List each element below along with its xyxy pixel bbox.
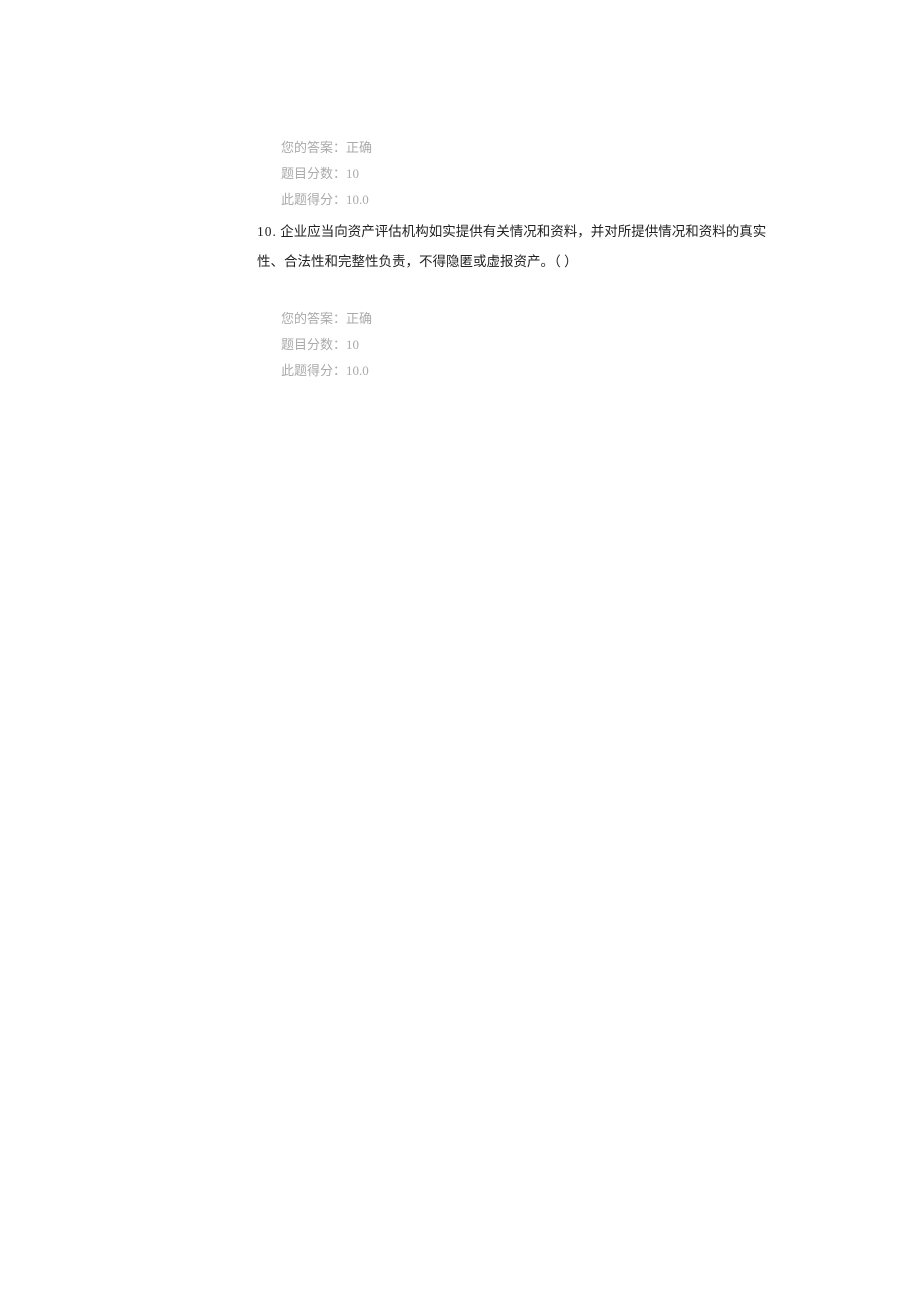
your-answer-label: 您的答案： — [281, 140, 346, 155]
earned-score-value: 10.0 — [346, 192, 369, 207]
question-text-1: 企业应当向资产评估机构如实提供有关情况和资料，并对所提供情况和资料的真实 — [280, 224, 766, 239]
your-answer-value: 正确 — [346, 311, 372, 326]
earned-score-label: 此题得分： — [281, 192, 346, 207]
answer-block-2: 您的答案：正确 题目分数：10 此题得分：10.0 — [281, 306, 780, 384]
your-answer-line: 您的答案：正确 — [281, 306, 780, 332]
document-content: 您的答案：正确 题目分数：10 此题得分：10.0 10. 企业应当向资产评估机… — [0, 0, 920, 384]
your-answer-value: 正确 — [346, 140, 372, 155]
question-score-value: 10 — [346, 337, 359, 352]
your-answer-label: 您的答案： — [281, 311, 346, 326]
question-text-2: 性、合法性和完整性负责，不得隐匿或虚报资产。（ ） — [257, 254, 578, 269]
question-score-label: 题目分数： — [281, 166, 346, 181]
earned-score-label: 此题得分： — [281, 363, 346, 378]
question-10: 10. 企业应当向资产评估机构如实提供有关情况和资料，并对所提供情况和资料的真实… — [257, 217, 780, 276]
question-score-line: 题目分数：10 — [281, 161, 780, 187]
your-answer-line: 您的答案：正确 — [281, 135, 780, 161]
question-line-2: 性、合法性和完整性负责，不得隐匿或虚报资产。（ ） — [257, 247, 780, 277]
earned-score-line: 此题得分：10.0 — [281, 358, 780, 384]
question-score-label: 题目分数： — [281, 337, 346, 352]
question-line-1: 10. 企业应当向资产评估机构如实提供有关情况和资料，并对所提供情况和资料的真实 — [257, 217, 780, 247]
question-number: 10. — [257, 224, 277, 239]
earned-score-value: 10.0 — [346, 363, 369, 378]
question-score-value: 10 — [346, 166, 359, 181]
question-score-line: 题目分数：10 — [281, 332, 780, 358]
answer-block-1: 您的答案：正确 题目分数：10 此题得分：10.0 — [281, 135, 780, 213]
earned-score-line: 此题得分：10.0 — [281, 187, 780, 213]
